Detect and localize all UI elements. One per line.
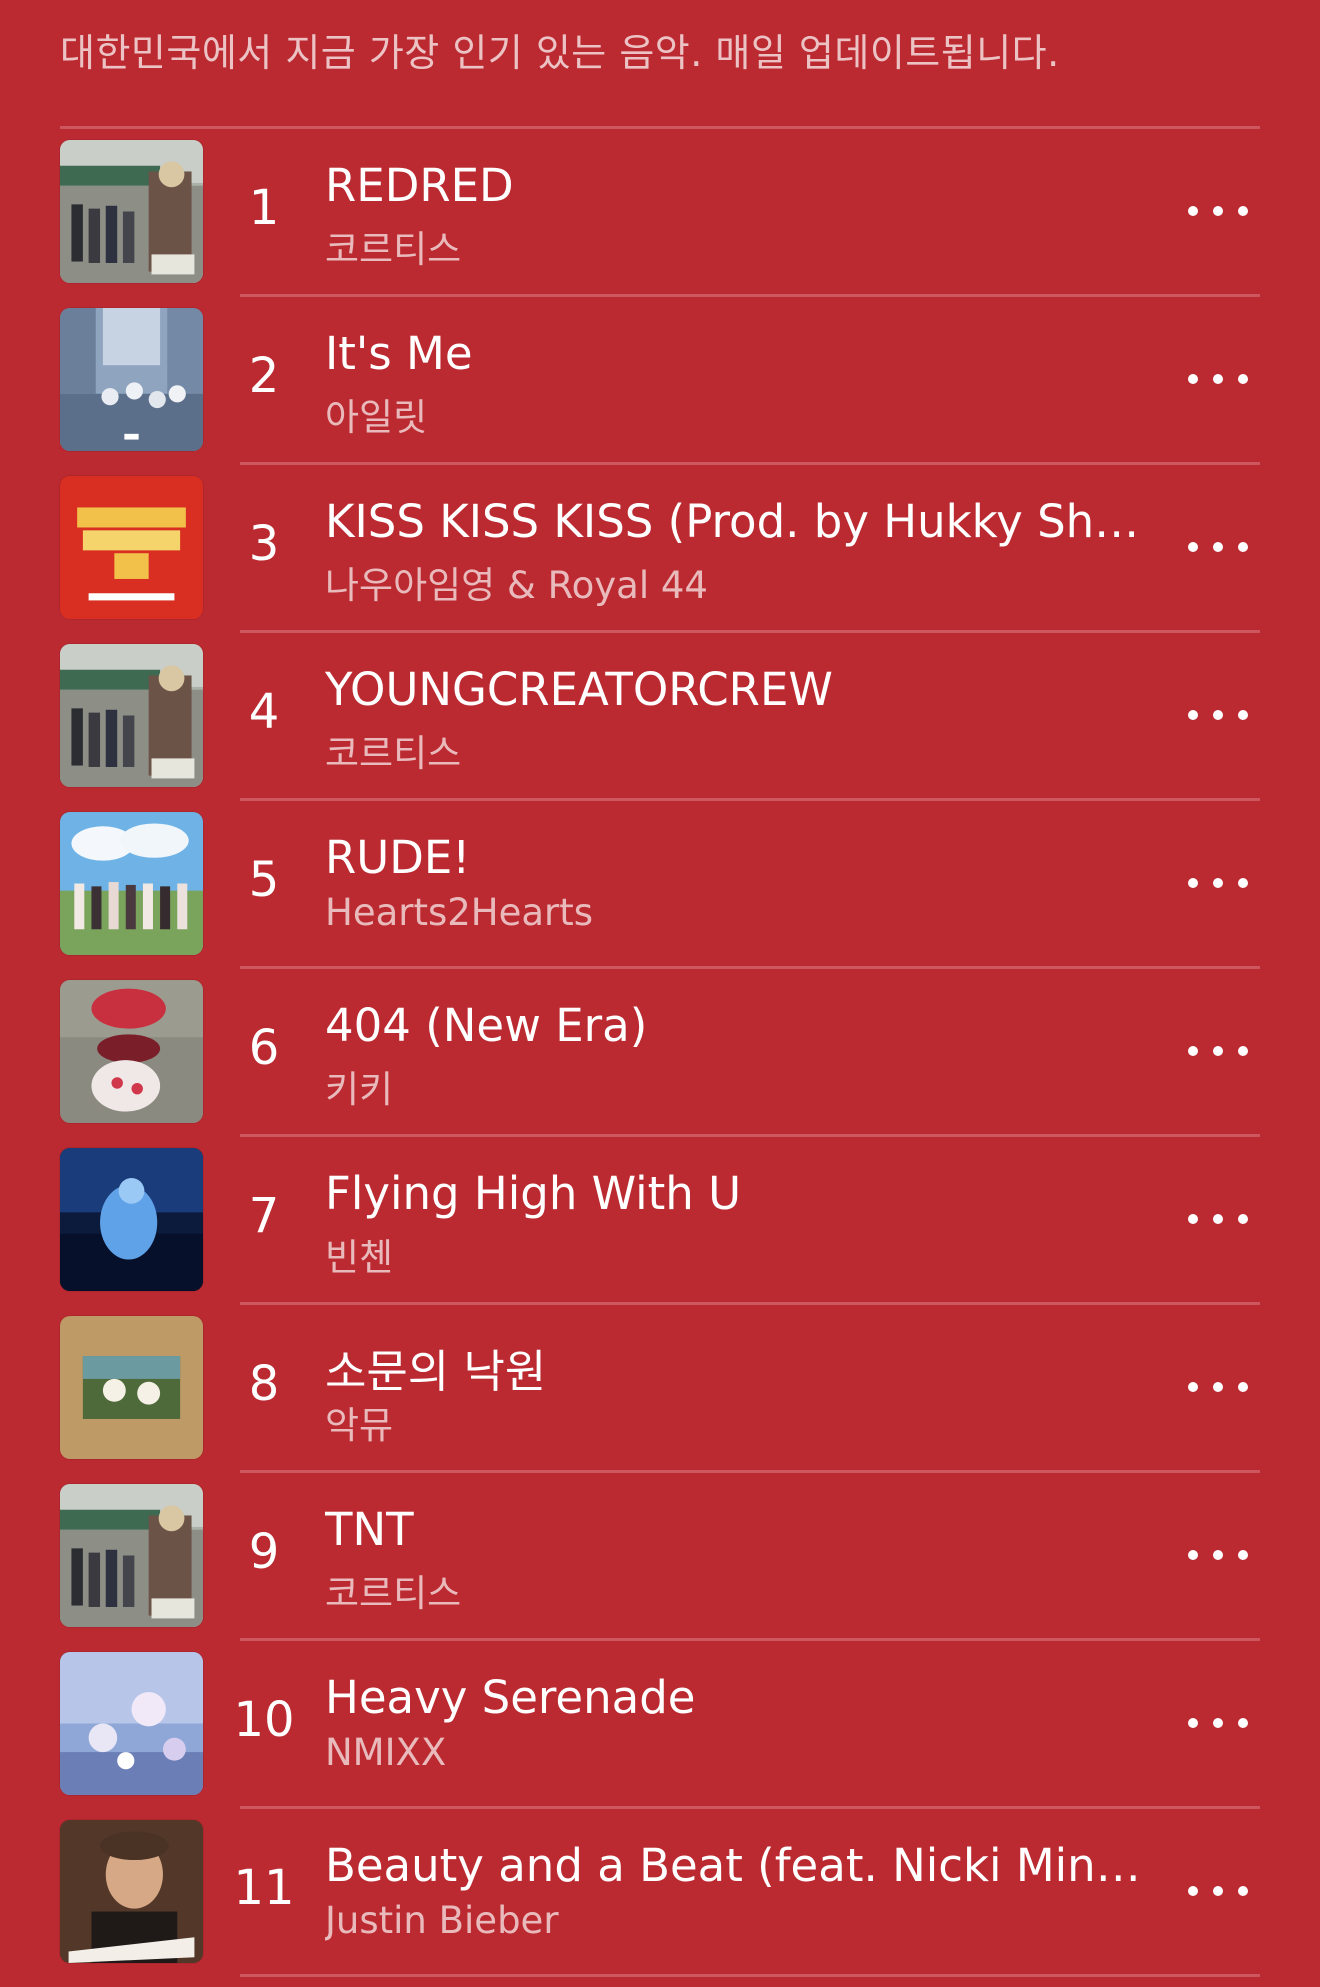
track-row[interactable]: 9 TNT 코르티스 — [0, 1473, 1320, 1641]
group-photo-artwork[interactable] — [60, 1484, 203, 1627]
track-row[interactable]: 10 Heavy Serenade NMIXX — [0, 1641, 1320, 1809]
artist-name[interactable]: Hearts2Hearts — [325, 891, 1145, 934]
more-options-button[interactable] — [1188, 361, 1248, 397]
more-icon — [1188, 206, 1198, 216]
song-title[interactable]: REDRED — [325, 159, 1145, 212]
track-row[interactable]: 6 404 (New Era) 키키 — [0, 969, 1320, 1137]
track-row[interactable]: 7 Flying High With U 빈첸 — [0, 1137, 1320, 1305]
rank-number: 10 — [233, 1692, 295, 1748]
track-row[interactable]: 2 It's Me 아일릿 — [0, 297, 1320, 465]
artist-name[interactable]: Justin Bieber — [325, 1899, 1145, 1942]
track-row[interactable]: 4 YOUNGCREATORCREW 코르티스 — [0, 633, 1320, 801]
more-icon — [1188, 374, 1198, 384]
rank-number: 8 — [248, 1356, 280, 1412]
artist-name[interactable]: 나우아임영 & Royal 44 — [325, 555, 1145, 609]
more-options-button[interactable] — [1188, 1705, 1248, 1741]
flower-dream-artwork[interactable] — [60, 1652, 203, 1795]
song-title[interactable]: Heavy Serenade — [325, 1671, 1145, 1724]
more-options-button[interactable] — [1188, 697, 1248, 733]
song-title[interactable]: YOUNGCREATORCREW — [325, 663, 1145, 716]
more-options-button[interactable] — [1188, 1537, 1248, 1573]
show-logo-artwork[interactable] — [60, 476, 203, 619]
artist-name[interactable]: 코르티스 — [325, 1563, 1145, 1617]
track-row[interactable]: 3 KISS KISS KISS (Prod. by Hukky Shibase… — [0, 465, 1320, 633]
rank-number: 9 — [248, 1524, 280, 1580]
rank-number: 7 — [248, 1188, 280, 1244]
more-options-button[interactable] — [1188, 529, 1248, 565]
night-blue-artwork[interactable] — [60, 1148, 203, 1291]
group-photo-artwork[interactable] — [60, 644, 203, 787]
more-icon — [1188, 710, 1198, 720]
more-options-button[interactable] — [1188, 1369, 1248, 1405]
artist-name[interactable]: 아일릿 — [325, 387, 1145, 441]
song-title[interactable]: TNT — [325, 1503, 1145, 1556]
rank-number: 6 — [248, 1020, 280, 1076]
chart-description: 대한민국에서 지금 가장 인기 있는 음악. 매일 업데이트됩니다. — [60, 31, 1060, 75]
more-icon — [1188, 878, 1198, 888]
more-icon — [1188, 1886, 1198, 1896]
track-row[interactable]: 5 RUDE! Hearts2Hearts — [0, 801, 1320, 969]
more-icon — [1188, 1718, 1198, 1728]
artist-name[interactable]: 빈첸 — [325, 1227, 1145, 1281]
song-title[interactable]: 404 (New Era) — [325, 999, 1145, 1052]
sky-group-artwork[interactable] — [60, 812, 203, 955]
rank-number: 5 — [248, 852, 280, 908]
more-icon — [1188, 1214, 1198, 1224]
more-icon — [1188, 1550, 1198, 1560]
rank-number: 11 — [233, 1860, 295, 1916]
more-options-button[interactable] — [1188, 865, 1248, 901]
rank-number: 1 — [248, 180, 280, 236]
song-title[interactable]: 소문의 낙원 — [325, 1335, 1145, 1400]
song-title[interactable]: Flying High With U — [325, 1167, 1145, 1220]
more-options-button[interactable] — [1188, 1873, 1248, 1909]
song-title[interactable]: KISS KISS KISS (Prod. by Hukky Shibaseki… — [325, 495, 1145, 548]
rank-number: 3 — [248, 516, 280, 572]
artist-name[interactable]: 키키 — [325, 1059, 1145, 1113]
artist-name[interactable]: NMIXX — [325, 1731, 1145, 1774]
track-row[interactable]: 1 REDRED 코르티스 — [0, 129, 1320, 297]
rank-number: 4 — [248, 684, 280, 740]
more-icon — [1188, 1382, 1198, 1392]
flowers-frame-artwork[interactable] — [60, 1316, 203, 1459]
artist-name[interactable]: 악뮤 — [325, 1395, 1145, 1449]
track-row[interactable]: 8 소문의 낙원 악뮤 — [0, 1305, 1320, 1473]
more-options-button[interactable] — [1188, 1201, 1248, 1237]
song-title[interactable]: It's Me — [325, 327, 1145, 380]
artist-name[interactable]: 코르티스 — [325, 723, 1145, 777]
hats-artwork[interactable] — [60, 980, 203, 1123]
song-title[interactable]: RUDE! — [325, 831, 1145, 884]
song-title[interactable]: Beauty and a Beat (feat. Nicki Minaj) — [325, 1839, 1145, 1892]
group-photo-artwork[interactable] — [60, 140, 203, 283]
more-icon — [1188, 1046, 1198, 1056]
track-list: 1 REDRED 코르티스 2 It's Me 아일릿 3 KISS KISS … — [0, 129, 1320, 1977]
row-divider — [240, 1974, 1260, 1977]
more-options-button[interactable] — [1188, 193, 1248, 229]
rank-number: 2 — [248, 348, 280, 404]
more-icon — [1188, 542, 1198, 552]
artist-name[interactable]: 코르티스 — [325, 219, 1145, 273]
street-scene-artwork[interactable] — [60, 308, 203, 451]
portrait-artwork[interactable] — [60, 1820, 203, 1963]
track-row[interactable]: 11 Beauty and a Beat (feat. Nicki Minaj)… — [0, 1809, 1320, 1977]
more-options-button[interactable] — [1188, 1033, 1248, 1069]
